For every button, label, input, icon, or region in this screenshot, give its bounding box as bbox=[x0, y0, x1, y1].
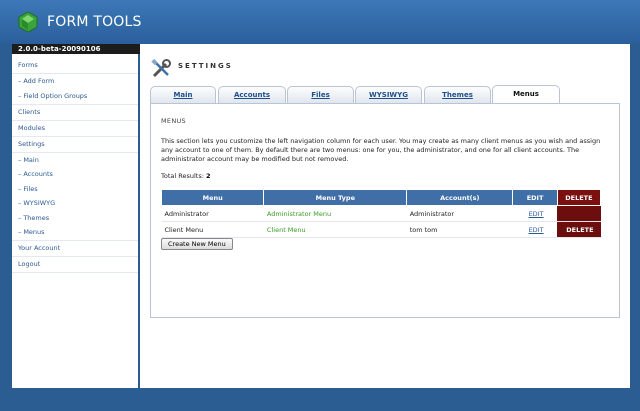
sidebar-item-add-form[interactable]: – Add Form bbox=[12, 74, 138, 89]
total-results: Total Results: 2 bbox=[161, 172, 211, 180]
sidebar-item-main[interactable]: – Main bbox=[12, 153, 138, 168]
column-header-edit: EDIT bbox=[512, 189, 558, 206]
tab-wysiwyg[interactable]: WYSIWYG bbox=[355, 86, 422, 103]
accounts-cell: tom tom bbox=[406, 221, 513, 238]
page-title: SETTINGS bbox=[178, 62, 233, 70]
sidebar-item-files[interactable]: – Files bbox=[12, 182, 138, 197]
section-description: This section lets you customize the left… bbox=[161, 137, 601, 163]
sidebar-item-your-account[interactable]: Your Account bbox=[12, 241, 138, 257]
delete-button[interactable]: DELETE bbox=[557, 221, 601, 238]
accounts-cell: Administrator bbox=[406, 205, 513, 222]
sidebar-item-settings[interactable]: Settings bbox=[12, 137, 138, 153]
table-header-row: Menu Menu Type Account(s) EDIT DELETE bbox=[160, 189, 602, 206]
edit-link[interactable]: EDIT bbox=[512, 205, 558, 222]
edit-link[interactable]: EDIT bbox=[512, 221, 558, 238]
section-heading: MENUS bbox=[161, 117, 186, 125]
sidebar: Forms – Add Form – Field Option Groups C… bbox=[12, 54, 138, 388]
tools-icon bbox=[151, 58, 171, 78]
sidebar-item-clients[interactable]: Clients bbox=[12, 105, 138, 121]
tab-accounts[interactable]: Accounts bbox=[218, 86, 286, 103]
version-label: 2.0.0-beta-20090106 bbox=[12, 44, 144, 54]
sidebar-item-wysiwyg[interactable]: – WYSIWYG bbox=[12, 196, 138, 211]
sidebar-item-field-option-groups[interactable]: – Field Option Groups bbox=[12, 89, 138, 105]
table-row: Administrator Administrator Menu Adminis… bbox=[161, 205, 601, 222]
table-row: Client Menu Client Menu tom tom EDIT DEL… bbox=[161, 221, 601, 238]
menu-type-link[interactable]: Administrator Menu bbox=[263, 205, 407, 222]
footer-strip bbox=[0, 388, 640, 411]
sidebar-item-modules[interactable]: Modules bbox=[12, 121, 138, 137]
tab-themes[interactable]: Themes bbox=[424, 86, 491, 103]
delete-cell bbox=[557, 205, 601, 222]
app-title: FORM TOOLS bbox=[47, 14, 142, 30]
tab-main[interactable]: Main bbox=[150, 86, 216, 103]
total-results-label: Total Results: bbox=[161, 172, 204, 180]
menu-name-cell: Client Menu bbox=[161, 221, 264, 238]
menu-name-cell: Administrator bbox=[161, 205, 264, 222]
app-header: FORM TOOLS bbox=[0, 0, 640, 44]
main-content: SETTINGS Main Accounts Files WYSIWYG The… bbox=[140, 44, 630, 388]
sidebar-item-logout[interactable]: Logout bbox=[12, 257, 138, 273]
tab-bar: Main Accounts Files WYSIWYG Themes Menus bbox=[150, 85, 620, 104]
logo-icon bbox=[18, 11, 38, 33]
sidebar-item-accounts[interactable]: – Accounts bbox=[12, 167, 138, 182]
column-header-delete: DELETE bbox=[556, 189, 602, 206]
sidebar-item-themes[interactable]: – Themes bbox=[12, 211, 138, 226]
column-header-accounts: Account(s) bbox=[406, 189, 514, 206]
tab-files[interactable]: Files bbox=[287, 86, 354, 103]
menu-type-link[interactable]: Client Menu bbox=[263, 221, 407, 238]
tab-menus[interactable]: Menus bbox=[492, 85, 560, 103]
create-new-menu-button[interactable]: Create New Menu bbox=[161, 238, 233, 250]
menus-panel: MENUS This section lets you customize th… bbox=[150, 103, 620, 318]
column-header-menu: Menu bbox=[160, 189, 265, 206]
total-results-value: 2 bbox=[206, 172, 211, 180]
column-header-menu-type: Menu Type bbox=[263, 189, 408, 206]
sidebar-item-forms[interactable]: Forms bbox=[12, 58, 138, 74]
menus-table: Menu Menu Type Account(s) EDIT DELETE Ad… bbox=[160, 189, 602, 238]
sidebar-item-menus[interactable]: – Menus bbox=[12, 225, 138, 241]
